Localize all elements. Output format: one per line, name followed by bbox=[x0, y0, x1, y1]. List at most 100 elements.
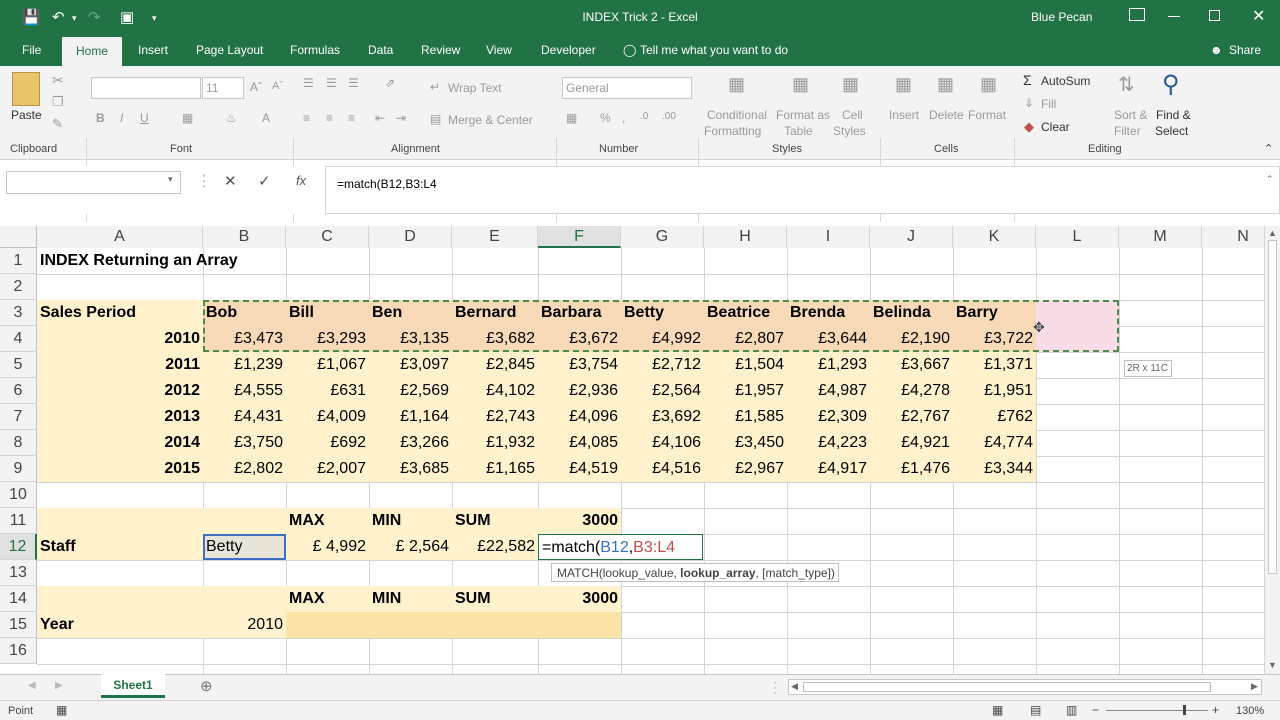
cell-value[interactable]: £4,516 bbox=[621, 456, 704, 482]
align-left-icon[interactable]: ≡ bbox=[303, 111, 310, 125]
select-all-corner[interactable] bbox=[0, 226, 37, 248]
cell-value[interactable]: £2,309 bbox=[787, 404, 870, 430]
normal-view-icon[interactable]: ▦ bbox=[992, 703, 1003, 717]
cell-c11-max[interactable]: MAX bbox=[286, 508, 369, 534]
cell-e12-sum-result[interactable]: £22,582 bbox=[452, 534, 538, 560]
insert-function-icon[interactable]: fx bbox=[296, 173, 306, 188]
form-icon[interactable]: ▣ bbox=[120, 8, 134, 26]
cell-a15-year[interactable]: Year bbox=[37, 612, 203, 638]
decrease-indent-icon[interactable]: ⇤ bbox=[375, 111, 385, 125]
sheet-tab-sheet1[interactable]: Sheet1 bbox=[101, 674, 165, 698]
cell-year-2014[interactable]: 2014 bbox=[37, 430, 203, 456]
column-header-h[interactable]: H bbox=[704, 226, 787, 248]
underline-icon[interactable]: U bbox=[140, 111, 149, 125]
page-break-view-icon[interactable]: ▥ bbox=[1066, 703, 1077, 717]
cell-year-2010[interactable]: 2010 bbox=[37, 326, 203, 352]
cell-value[interactable]: £3,667 bbox=[870, 352, 953, 378]
cell-value[interactable]: £3,692 bbox=[621, 404, 704, 430]
undo-dropdown-icon[interactable]: ▾ bbox=[72, 13, 77, 24]
cell-value[interactable]: £1,476 bbox=[870, 456, 953, 482]
scroll-left-icon[interactable]: ◀ bbox=[791, 681, 798, 692]
cell-value[interactable]: £1,293 bbox=[787, 352, 870, 378]
user-name[interactable]: Blue Pecan bbox=[1031, 10, 1092, 24]
cell-value[interactable]: £4,431 bbox=[203, 404, 286, 430]
wrap-text-button[interactable]: Wrap Text bbox=[448, 81, 502, 95]
cell-value[interactable]: £3,750 bbox=[203, 430, 286, 456]
vertical-scrollbar[interactable]: ▲ ▼ bbox=[1264, 226, 1280, 674]
autosum-button[interactable]: AutoSum bbox=[1041, 74, 1090, 88]
cell-d14-min[interactable]: MIN bbox=[369, 586, 452, 612]
vertical-scroll-thumb[interactable] bbox=[1268, 240, 1277, 574]
column-header-k[interactable]: K bbox=[953, 226, 1036, 248]
cell-value[interactable]: £4,106 bbox=[621, 430, 704, 456]
maximize-icon[interactable] bbox=[1209, 10, 1220, 21]
cell-value[interactable]: £2,802 bbox=[203, 456, 286, 482]
cut-icon[interactable]: ✂ bbox=[52, 72, 64, 89]
column-header-c[interactable]: C bbox=[286, 226, 369, 248]
cell-c12-max-result[interactable]: £ 4,992 bbox=[286, 534, 369, 560]
column-header-m[interactable]: M bbox=[1119, 226, 1202, 248]
column-header-j[interactable]: J bbox=[870, 226, 953, 248]
cell-value[interactable]: £1,957 bbox=[704, 378, 787, 404]
cell-year-2013[interactable]: 2013 bbox=[37, 404, 203, 430]
cell-value[interactable]: £1,067 bbox=[286, 352, 369, 378]
format-painter-icon[interactable]: ✎ bbox=[52, 116, 63, 132]
cell-value[interactable]: £4,519 bbox=[538, 456, 621, 482]
row-header-2[interactable]: 2 bbox=[0, 274, 37, 300]
row-header-4[interactable]: 4 bbox=[0, 326, 37, 352]
cell-value[interactable]: £3,097 bbox=[369, 352, 452, 378]
row-header-16[interactable]: 16 bbox=[0, 638, 37, 664]
fill-color-icon[interactable]: ♨ bbox=[226, 111, 237, 125]
column-header-f[interactable]: F bbox=[538, 226, 621, 248]
cell-f11-threshold[interactable]: 3000 bbox=[538, 508, 621, 534]
cell-value[interactable]: £4,085 bbox=[538, 430, 621, 456]
font-size-box[interactable]: 11 bbox=[202, 77, 244, 99]
comma-icon[interactable]: , bbox=[622, 111, 625, 125]
row-header-5[interactable]: 5 bbox=[0, 352, 37, 378]
italic-icon[interactable]: I bbox=[120, 111, 123, 125]
expand-formula-bar-icon[interactable]: ⌃ bbox=[1266, 174, 1274, 185]
cell-value[interactable]: £3,685 bbox=[369, 456, 452, 482]
orientation-icon[interactable]: ⇗ bbox=[385, 76, 395, 90]
cell-value[interactable]: £1,932 bbox=[452, 430, 538, 456]
row-header-8[interactable]: 8 bbox=[0, 430, 37, 456]
bold-icon[interactable]: B bbox=[96, 111, 105, 125]
column-header-g[interactable]: G bbox=[621, 226, 704, 248]
cell-value[interactable]: £4,223 bbox=[787, 430, 870, 456]
row-header-6[interactable]: 6 bbox=[0, 378, 37, 404]
cell-styles-button-2[interactable]: Styles bbox=[833, 124, 866, 138]
cell-value[interactable]: £1,371 bbox=[953, 352, 1036, 378]
cell-value[interactable]: £3,450 bbox=[704, 430, 787, 456]
cell-value[interactable]: £2,767 bbox=[870, 404, 953, 430]
cell-value[interactable]: £4,102 bbox=[452, 378, 538, 404]
percent-icon[interactable]: % bbox=[600, 111, 611, 125]
name-box[interactable] bbox=[6, 171, 181, 194]
fill-button[interactable]: Fill bbox=[1041, 97, 1056, 111]
font-name-box[interactable] bbox=[91, 77, 201, 99]
cell-year-2011[interactable]: 2011 bbox=[37, 352, 203, 378]
cell-value[interactable]: £3,266 bbox=[369, 430, 452, 456]
paste-button[interactable]: Paste bbox=[11, 108, 42, 122]
cell-value[interactable]: £1,164 bbox=[369, 404, 452, 430]
cell-value[interactable]: £4,009 bbox=[286, 404, 369, 430]
cell-value[interactable]: £4,096 bbox=[538, 404, 621, 430]
find-select-button[interactable]: Find & bbox=[1156, 108, 1191, 122]
horizontal-scroll-thumb[interactable] bbox=[803, 682, 1211, 692]
row-header-14[interactable]: 14 bbox=[0, 586, 37, 612]
cell-year-2012[interactable]: 2012 bbox=[37, 378, 203, 404]
row-header-10[interactable]: 10 bbox=[0, 482, 37, 508]
macro-record-icon[interactable]: ▦ bbox=[56, 703, 67, 717]
cell-f12-editing[interactable]: =match(B12,B3:L4 bbox=[538, 534, 703, 560]
insert-cells-button[interactable]: Insert bbox=[889, 108, 919, 122]
cell-value[interactable]: £1,165 bbox=[452, 456, 538, 482]
cell-value[interactable]: £4,917 bbox=[787, 456, 870, 482]
scroll-up-icon[interactable]: ▲ bbox=[1268, 228, 1277, 238]
cell-a12-staff[interactable]: Staff bbox=[37, 534, 203, 560]
cell-value[interactable]: £3,754 bbox=[538, 352, 621, 378]
tab-formulas[interactable]: Formulas bbox=[290, 43, 340, 57]
row-header-9[interactable]: 9 bbox=[0, 456, 37, 482]
ribbon-display-icon[interactable] bbox=[1129, 8, 1145, 21]
scroll-down-icon[interactable]: ▼ bbox=[1268, 660, 1277, 670]
tab-data[interactable]: Data bbox=[368, 43, 393, 57]
enter-icon[interactable]: ✓ bbox=[258, 172, 271, 190]
